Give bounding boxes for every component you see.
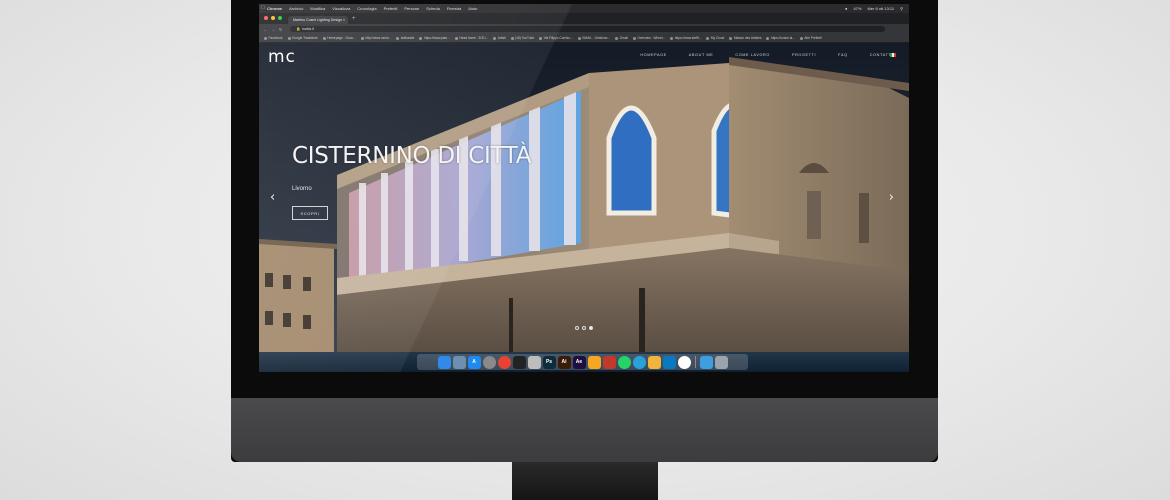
- keyboard-icon[interactable]: [527, 355, 541, 369]
- preview-icon[interactable]: [452, 355, 466, 369]
- launchpad-icon[interactable]: [482, 355, 496, 369]
- mac-menubar:  Chrome Archivio Modifica Visualizza Cr…: [259, 4, 909, 13]
- menu-scheda[interactable]: Scheda: [426, 4, 440, 13]
- site-nav: HOMEPAGE ABOUT ME COME LAVORO PROGETTI F…: [640, 53, 893, 57]
- bookmark-item[interactable]: Overview - Wheel...: [632, 36, 665, 40]
- carousel-dot-active[interactable]: [589, 326, 593, 330]
- bookmark-item[interactable]: Homepage - Docu...: [322, 36, 356, 40]
- folder-icon[interactable]: [699, 355, 713, 369]
- sketch-icon[interactable]: [587, 355, 601, 369]
- clock[interactable]: Mer 6 ott 13:11: [867, 4, 894, 13]
- wifi-icon[interactable]: ●: [845, 4, 847, 13]
- bookmark-item[interactable]: My Cloud: [706, 36, 724, 40]
- tab-title: Martino Cosmi Lighting Design: [293, 18, 342, 22]
- back-icon[interactable]: ←: [263, 27, 267, 32]
- lock-icon: 🔒: [296, 27, 301, 31]
- app-store-icon[interactable]: A: [467, 355, 481, 369]
- monitor-chin: [231, 398, 938, 462]
- website-hero: mc HOMEPAGE ABOUT ME COME LAVORO PROGETT…: [259, 43, 909, 352]
- menu-visualizza[interactable]: Visualizza: [332, 4, 350, 13]
- nav-faq[interactable]: F&Q: [838, 53, 848, 57]
- bookmark-item[interactable]: GMAIL - Gestione...: [577, 36, 610, 40]
- bookmark-item[interactable]: Head home - B.B.I...: [454, 36, 488, 40]
- chrome-icon[interactable]: [497, 355, 511, 369]
- menu-finestra[interactable]: Finestra: [447, 4, 461, 13]
- carousel-dot[interactable]: [582, 326, 586, 330]
- carousel-dots: [575, 326, 593, 330]
- menu-preferiti[interactable]: Preferiti: [384, 4, 398, 13]
- bookmark-item[interactable]: https://www.plan...: [419, 36, 450, 40]
- bookmark-item[interactable]: skillcastle: [396, 36, 414, 40]
- apple-icon[interactable]: : [259, 4, 267, 13]
- minimize-window-button[interactable]: [271, 16, 275, 20]
- inkscape-icon[interactable]: [512, 355, 526, 369]
- nav-progetti[interactable]: PROGETTI: [792, 53, 816, 57]
- reload-icon[interactable]: ↻: [279, 27, 282, 32]
- menu-aiuto[interactable]: Aiuto: [468, 4, 477, 13]
- bookmark-item[interactable]: http://www.mosb...: [360, 36, 391, 40]
- browser-tab[interactable]: Martino Cosmi Lighting Design ×: [288, 16, 348, 24]
- screen:  Chrome Archivio Modifica Visualizza Cr…: [259, 4, 909, 372]
- battery-status[interactable]: 47%: [853, 4, 861, 13]
- bookmark-item[interactable]: https://www.stefff...: [670, 36, 701, 40]
- trello-icon[interactable]: [662, 355, 676, 369]
- menu-modifica[interactable]: Modifica: [310, 4, 325, 13]
- bookmarks-bar: Facebook Google Traduttore Homepage - Do…: [259, 34, 909, 43]
- telegram-icon[interactable]: [632, 355, 646, 369]
- carousel-next-icon[interactable]: ›: [889, 191, 894, 204]
- bookmark-item[interactable]: Maison des Artistes: [729, 36, 761, 40]
- site-logo[interactable]: mc: [268, 49, 296, 66]
- address-bar[interactable]: 🔒 mclds.it: [290, 26, 886, 32]
- bookmark-item[interactable]: https://cosmi.al...: [766, 36, 795, 40]
- menu-chrome[interactable]: Chrome: [267, 4, 282, 13]
- bookmark-item[interactable]: (18) YouTube: [510, 36, 534, 40]
- carousel-dot[interactable]: [575, 326, 579, 330]
- close-tab-icon[interactable]: ×: [343, 16, 345, 24]
- bookmark-folder[interactable]: Altri Preferiti: [799, 36, 822, 40]
- hero-subtitle: Livorno: [292, 186, 312, 192]
- bookmark-item[interactable]: Facebook: [264, 36, 283, 40]
- browser-tabbar: Martino Cosmi Lighting Design × +: [259, 13, 909, 24]
- url-text: mclds.it: [301, 27, 315, 31]
- nav-homepage[interactable]: HOMEPAGE: [640, 53, 666, 57]
- menu-archivio[interactable]: Archivio: [289, 4, 303, 13]
- finder-icon[interactable]: [437, 355, 451, 369]
- carousel-prev-icon[interactable]: ‹: [270, 191, 275, 204]
- whatsapp-icon[interactable]: [617, 355, 631, 369]
- after-effects-icon[interactable]: Ae: [572, 355, 586, 369]
- hero-title: CISTERNINO DI CITTÀ: [292, 143, 532, 169]
- slack-icon[interactable]: [677, 355, 691, 369]
- photo-booth-icon[interactable]: [602, 355, 616, 369]
- photoshop-icon[interactable]: Ps: [542, 355, 556, 369]
- trash-icon[interactable]: [714, 355, 728, 369]
- search-icon[interactable]: ⚲: [900, 4, 903, 13]
- hero-background-image: [259, 43, 909, 352]
- nav-come-lavoro[interactable]: COME LAVORO: [735, 53, 770, 57]
- menu-persone[interactable]: Persone: [404, 4, 419, 13]
- new-tab-button[interactable]: +: [352, 15, 356, 23]
- dock-shelf: A Ps Ai Ae: [417, 354, 748, 370]
- monitor-stand: [512, 462, 658, 500]
- bookmark-item[interactable]: Google Traduttore: [287, 36, 318, 40]
- discover-button[interactable]: SCOPRI: [292, 206, 328, 220]
- window-controls: [264, 16, 282, 20]
- bookmark-item[interactable]: Gmail: [615, 36, 628, 40]
- nav-about-me[interactable]: ABOUT ME: [689, 53, 714, 57]
- browser-toolbar: ← → ↻ 🔒 mclds.it: [259, 24, 909, 34]
- mac-dock: A Ps Ai Ae: [259, 352, 909, 372]
- zoom-window-button[interactable]: [278, 16, 282, 20]
- bookmark-item[interactable]: Artisti: [493, 36, 506, 40]
- pages-icon[interactable]: [647, 355, 661, 369]
- close-window-button[interactable]: [264, 16, 268, 20]
- menu-cronologia[interactable]: Cronologia: [357, 4, 376, 13]
- forward-icon[interactable]: →: [271, 27, 275, 32]
- language-flag-icon[interactable]: [890, 53, 896, 57]
- illustrator-icon[interactable]: Ai: [557, 355, 571, 369]
- bookmark-item[interactable]: Via Filippo Corridu...: [539, 36, 573, 40]
- dock-separator: [694, 356, 696, 368]
